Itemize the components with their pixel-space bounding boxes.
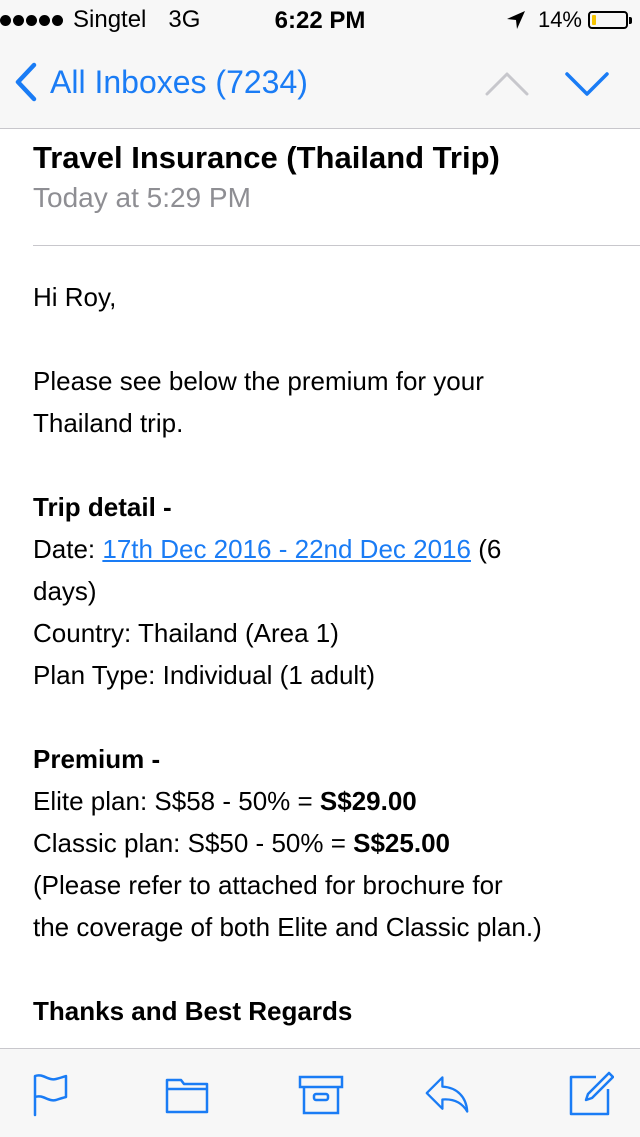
elite-plan-price: S$29.00 [319,786,417,816]
classic-plan-label: Classic plan: S$50 - 50% = [33,828,354,858]
signoff: Thanks and Best Regards [33,996,353,1026]
battery-fill [592,15,596,25]
bottom-toolbar [0,1048,640,1137]
battery-icon [588,11,628,29]
trip-date-line: Date: 17th Dec 2016 - 22nd Dec 2016 (6 [33,528,613,570]
intro-line-1: Please see below the premium for your [33,366,484,396]
classic-plan-line: Classic plan: S$50 - 50% = S$25.00 [33,822,613,864]
elite-plan-line: Elite plan: S$58 - 50% = S$29.00 [33,780,613,822]
trip-date-suffix: (6 [470,534,502,564]
navigation-bar: All Inboxes (7234) [0,40,640,129]
battery-percentage: 14% [537,7,582,32]
header-divider [33,245,640,246]
archive-icon[interactable] [298,1071,344,1117]
folder-icon[interactable] [164,1071,210,1117]
trip-country: Country: Thailand (Area 1) [33,618,339,648]
trip-date-prefix: Date: [33,534,103,564]
trip-date-link[interactable]: 17th Dec 2016 - 22nd Dec 2016 [102,534,471,564]
trip-plan-type: Plan Type: Individual (1 adult) [33,660,376,690]
trip-duration: days) [33,576,97,606]
back-button[interactable]: All Inboxes (7234) [14,60,308,104]
note-line-2: the coverage of both Elite and Classic p… [33,912,542,942]
next-message-icon[interactable] [564,66,610,102]
premium-heading: Premium - [33,744,161,774]
message-body: Hi Roy, Please see below the premium for… [33,276,613,1032]
status-right: 14% [506,6,632,34]
chevron-left-icon [15,62,37,102]
previous-message-icon [485,72,529,96]
battery-cap [629,16,632,24]
trip-detail-heading: Trip detail - [33,492,172,522]
location-arrow-icon [506,11,525,29]
compose-icon[interactable] [568,1071,614,1117]
status-bar: Singtel 3G 6:22 PM 14% [0,0,640,40]
intro-line-2: Thailand trip. [33,408,184,438]
elite-plan-label: Elite plan: S$58 - 50% = [33,786,320,816]
reply-icon[interactable] [424,1071,470,1117]
message-date: Today at 5:29 PM [33,182,251,213]
back-button-label: All Inboxes (7234) [50,63,308,100]
message-subject: Travel Insurance (Thailand Trip) [33,140,500,175]
flag-icon[interactable] [26,1071,72,1117]
message-header: Travel Insurance (Thailand Trip) Today a… [33,128,640,216]
note-line-1: (Please refer to attached for brochure f… [33,870,503,900]
greeting: Hi Roy, [33,282,117,312]
classic-plan-price: S$25.00 [353,828,450,858]
